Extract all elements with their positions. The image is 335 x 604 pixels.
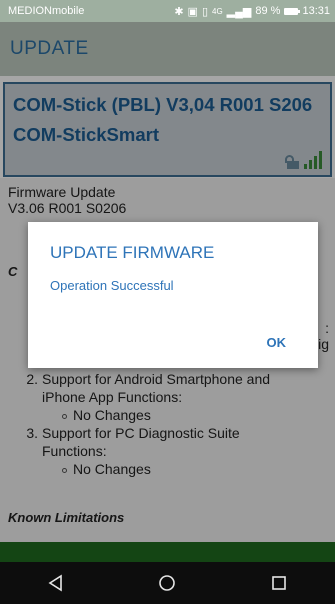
vibrate-icon: ▯ bbox=[201, 5, 208, 18]
recents-square-icon[interactable] bbox=[259, 563, 299, 603]
bluetooth-icon: ✱ bbox=[174, 5, 184, 18]
status-bar: MEDIONmobile ✱ ▣ ▯ 4G ▂▄▆ 89 % 13:31 bbox=[0, 0, 335, 22]
carrier-name: MEDIONmobile bbox=[8, 5, 85, 17]
navigation-bar bbox=[0, 562, 335, 604]
cell-signal-icon: ▂▄▆ bbox=[226, 5, 252, 18]
battery-percent: 89 % bbox=[255, 5, 281, 17]
home-circle-icon[interactable] bbox=[147, 563, 187, 603]
battery-icon bbox=[284, 7, 301, 15]
network-type: 4G bbox=[212, 6, 223, 16]
dialog-title: UPDATE FIRMWARE bbox=[50, 243, 215, 262]
ok-button[interactable]: OK bbox=[267, 335, 287, 350]
nfc-icon: ▣ bbox=[187, 5, 198, 18]
dialog-message: Operation Successful bbox=[50, 278, 174, 293]
update-firmware-dialog: UPDATE FIRMWARE Operation Successful OK bbox=[28, 222, 318, 368]
back-triangle-icon[interactable] bbox=[36, 563, 76, 603]
status-icons: ✱ ▣ ▯ 4G ▂▄▆ 89 % 13:31 bbox=[174, 5, 330, 18]
clock: 13:31 bbox=[302, 5, 330, 17]
